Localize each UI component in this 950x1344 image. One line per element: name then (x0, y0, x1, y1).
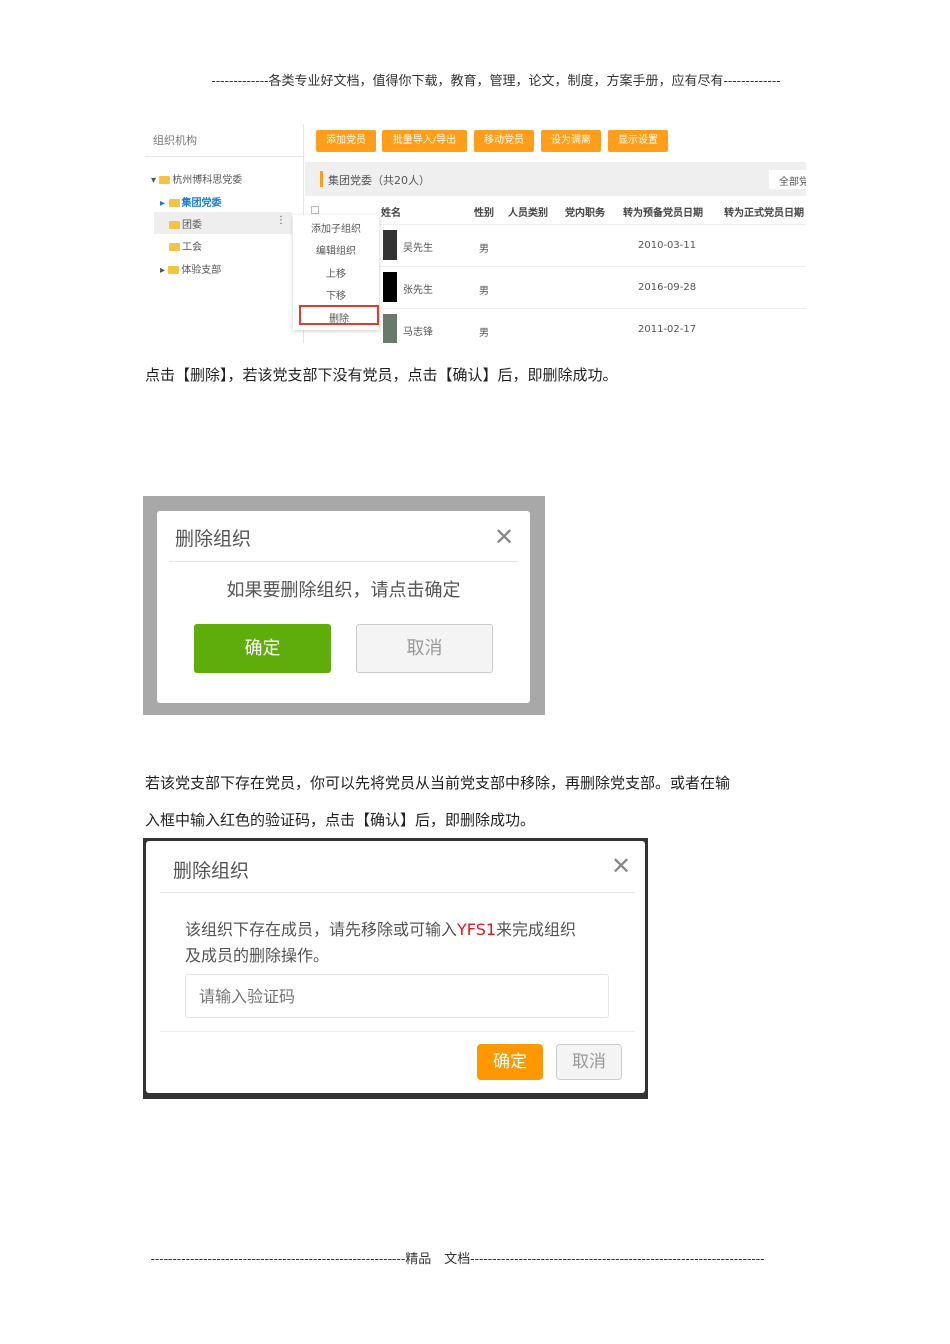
col-type: 人员类别 (508, 208, 548, 219)
org-tree-panel: 组织机构 ▾ 杭州博科思党委 ▸ 集团党委 团委 ⋮ 工会 ▸ 体验支部 (145, 124, 304, 343)
tree-item-union[interactable]: 工会 (169, 238, 202, 253)
cancel-button[interactable]: 取消 (356, 624, 493, 673)
member-date: 2010-03-11 (638, 240, 697, 251)
import-export-button[interactable]: 批量导入/导出 (382, 130, 467, 152)
tree-item-branch[interactable]: ▸ 体验支部 (160, 261, 221, 276)
message-text: 来完成组织 (496, 920, 577, 939)
col-probation-date: 转为预备党员日期 (623, 208, 703, 219)
member-name[interactable]: 吴先生 (403, 239, 433, 254)
org-title: 集团党委（共20人） (328, 174, 430, 187)
member-gender: 男 (479, 328, 489, 339)
org-management-screenshot: 组织机构 ▾ 杭州博科思党委 ▸ 集团党委 团委 ⋮ 工会 ▸ 体验支部 添加党员… (145, 124, 806, 343)
avatar (383, 230, 397, 260)
member-name[interactable]: 马志锋 (403, 323, 433, 338)
folder-icon (169, 221, 180, 229)
member-date: 2011-02-17 (638, 324, 697, 335)
divider (160, 1031, 635, 1032)
message-text: 该组织下存在成员，请先移除或可输入 (185, 920, 458, 939)
divider (145, 156, 304, 157)
add-member-button[interactable]: 添加党员 (316, 130, 376, 152)
confirm-button[interactable]: 确定 (194, 624, 331, 673)
menu-add-suborg[interactable]: 添加子组织 (293, 220, 379, 235)
dialog-title: 删除组织 (173, 860, 250, 882)
dialog-message: 如果要删除组织，请点击确定 (226, 580, 461, 601)
tree-item-group[interactable]: ▸ 集团党委 (160, 194, 222, 209)
tree-item-root[interactable]: ▾ 杭州博科思党委 (151, 171, 242, 186)
divider (305, 266, 806, 267)
col-position: 党内职务 (565, 208, 605, 219)
filter-select[interactable]: 全部党 (769, 170, 806, 189)
member-gender: 男 (479, 286, 489, 297)
folder-icon (168, 266, 180, 274)
move-member-button[interactable]: 移动党员 (474, 130, 534, 152)
panel-title: 组织机构 (153, 134, 197, 147)
divider (160, 892, 635, 893)
tree-item-youth[interactable]: 团委 ⋮ (154, 212, 292, 234)
select-all-checkbox[interactable] (311, 206, 319, 214)
menu-delete[interactable]: 删除 (299, 305, 379, 325)
col-name: 姓名 (381, 208, 401, 219)
context-menu: 添加子组织 编辑组织 上移 下移 删除 (293, 215, 379, 330)
verification-code-input[interactable] (185, 974, 609, 1018)
tree-label: 工会 (182, 242, 202, 253)
delete-org-dialog: 删除组织 ✕ 如果要删除组织，请点击确定 确定 取消 (157, 511, 530, 703)
more-icon[interactable]: ⋮ (276, 215, 286, 226)
transfer-button[interactable]: 设为调离 (541, 130, 601, 152)
delete-org-verify-dialog: 删除组织 ✕ 该组织下存在成员，请先移除或可输入YFS1来完成组织及成员的删除操… (146, 841, 645, 1093)
divider (305, 308, 806, 309)
dialog-screenshot-2: 删除组织 ✕ 该组织下存在成员，请先移除或可输入YFS1来完成组织及成员的删除操… (143, 838, 648, 1099)
tree-label: 杭州博科思党委 (172, 175, 243, 186)
close-icon[interactable]: ✕ (494, 525, 514, 549)
display-settings-button[interactable]: 显示设置 (608, 130, 668, 152)
avatar (383, 272, 397, 302)
member-name[interactable]: 张先生 (403, 281, 433, 296)
menu-move-up[interactable]: 上移 (293, 265, 379, 280)
tree-label: 集团党委 (181, 198, 222, 209)
close-icon[interactable]: ✕ (611, 854, 631, 878)
page-header: -------------各类专业好文档，值得你下载，教育，管理，论文，制度，方… (211, 74, 781, 89)
dialog-screenshot-1: 删除组织 ✕ 如果要删除组织，请点击确定 确定 取消 (143, 496, 545, 715)
folder-icon (168, 199, 180, 207)
paragraph: 若该党支部下存在党员，你可以先将党员从当前党支部中移除，再删除党支部。或者在输 (145, 774, 731, 792)
cancel-button[interactable]: 取消 (556, 1044, 622, 1080)
confirm-button[interactable]: 确定 (477, 1044, 543, 1080)
menu-move-down[interactable]: 下移 (293, 287, 379, 302)
accent-bar (320, 171, 323, 187)
member-gender: 男 (479, 244, 489, 255)
message-text: 及成员的删除操作。 (185, 946, 330, 965)
folder-icon (159, 176, 171, 184)
member-date: 2016-09-28 (638, 282, 697, 293)
divider (169, 561, 518, 562)
tree-label: 团委 (182, 220, 202, 231)
col-formal-date: 转为正式党员日期 (724, 208, 804, 219)
dialog-title: 删除组织 (175, 528, 252, 550)
col-gender: 性别 (474, 208, 494, 219)
avatar (383, 314, 397, 343)
paragraph: 点击【删除】，若该党支部下没有党员，点击【确认】后，即删除成功。 (145, 366, 618, 384)
org-title-bar: 集团党委（共20人） 全部党 (305, 162, 806, 196)
folder-icon (169, 243, 180, 251)
menu-edit-org[interactable]: 编辑组织 (293, 242, 379, 257)
divider (305, 224, 806, 225)
tree-label: 体验支部 (181, 265, 222, 276)
verification-code: YFS1 (457, 920, 497, 939)
paragraph: 入框中输入红色的验证码，点击【确认】后，即删除成功。 (145, 811, 536, 829)
page-footer: ----------------------------------------… (150, 1252, 765, 1267)
dialog-message: 该组织下存在成员，请先移除或可输入YFS1来完成组织及成员的删除操作。 (185, 917, 576, 969)
